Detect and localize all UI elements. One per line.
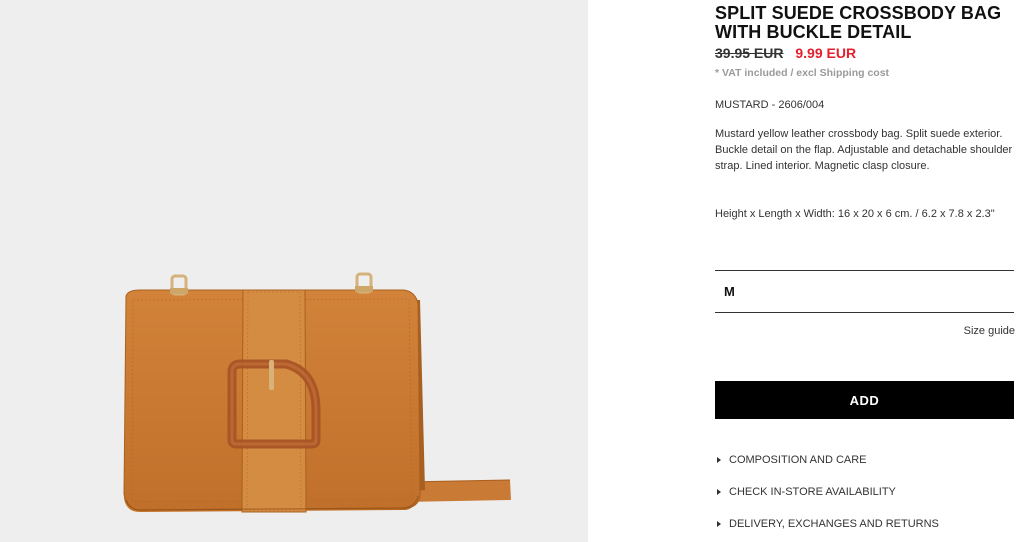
triangle-right-icon [717, 521, 721, 527]
triangle-right-icon [717, 457, 721, 463]
accordion-label: CHECK IN-STORE AVAILABILITY [729, 486, 896, 498]
accordion-label: COMPOSITION AND CARE [729, 454, 867, 466]
triangle-right-icon [717, 489, 721, 495]
accordion-delivery-returns[interactable]: DELIVERY, EXCHANGES AND RETURNS [715, 518, 939, 530]
product-image-bag [123, 272, 511, 513]
accordion-composition-care[interactable]: COMPOSITION AND CARE [715, 454, 867, 466]
product-image-panel[interactable] [0, 0, 588, 542]
product-description: Mustard yellow leather crossbody bag. Sp… [715, 128, 1013, 172]
color-reference: MUSTARD - 2606/004 [715, 99, 825, 111]
vat-note: * VAT included / excl Shipping cost [715, 67, 890, 79]
accordion-label: DELIVERY, EXCHANGES AND RETURNS [729, 518, 939, 530]
accordion-in-store-availability[interactable]: CHECK IN-STORE AVAILABILITY [715, 486, 896, 498]
price-row: 39.95 EUR 9.99 EUR [715, 45, 856, 61]
product-dimensions: Height x Length x Width: 16 x 20 x 6 cm.… [715, 208, 995, 220]
sale-price: 9.99 EUR [795, 45, 857, 61]
add-to-cart-button[interactable]: ADD [715, 381, 1014, 419]
product-title: SPLIT SUEDE CROSSBODY BAG WITH BUCKLE DE… [715, 3, 1002, 42]
size-selector[interactable]: M [715, 270, 1014, 313]
size-guide-link[interactable]: Size guide [964, 325, 1015, 337]
selected-size: M [724, 284, 735, 299]
old-price: 39.95 EUR [715, 45, 784, 61]
